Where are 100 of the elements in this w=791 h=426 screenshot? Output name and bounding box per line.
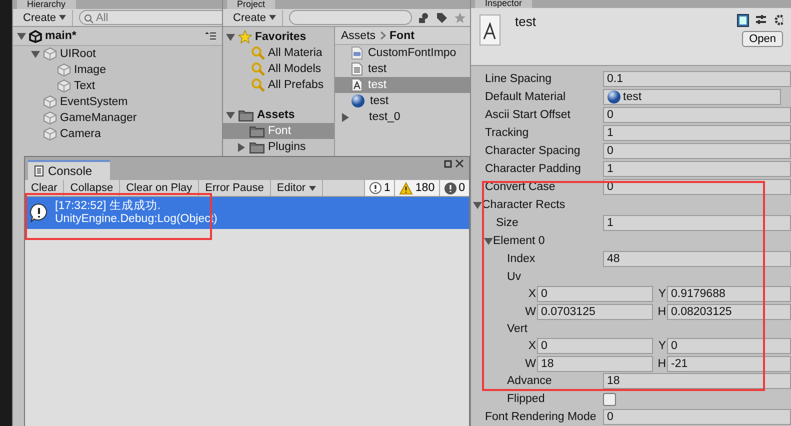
folder-icon: [249, 124, 265, 138]
maximize-icon[interactable]: [444, 160, 452, 168]
caret-icon: [59, 15, 66, 20]
foldout-arrow-icon[interactable]: [226, 32, 235, 42]
property-label: Line Spacing: [484, 73, 552, 85]
info-icon: [29, 203, 49, 223]
foldout-arrow-icon[interactable]: [226, 110, 235, 120]
value-field[interactable]: 0.08203125: [667, 304, 791, 320]
asset-item[interactable]: test: [335, 61, 470, 77]
project-tab[interactable]: Project: [227, 0, 276, 9]
property-label: Vert: [506, 323, 528, 335]
foldout-arrow-icon[interactable]: [31, 50, 40, 58]
value-field[interactable]: 0: [667, 338, 791, 354]
search-icon: [251, 62, 265, 76]
hierarchy-item[interactable]: UIRoot: [60, 48, 96, 60]
value-field[interactable]: 1: [603, 125, 791, 141]
value-field[interactable]: 48: [603, 251, 791, 267]
value-field[interactable]: -21: [667, 356, 791, 372]
property-label: Ascii Start Offset: [484, 109, 572, 121]
cube-icon: [43, 47, 57, 61]
foldout-arrow-icon[interactable]: [473, 200, 482, 210]
folder-icon: [238, 108, 254, 122]
property-label: Flipped: [506, 393, 546, 405]
value-field[interactable]: 0.9179688: [667, 286, 791, 302]
value-field[interactable]: 0: [537, 338, 653, 354]
property-label: Font Rendering Mode: [484, 411, 598, 423]
menu-icon[interactable]: [205, 32, 216, 40]
value-field[interactable]: 0: [603, 409, 791, 425]
asset-item[interactable]: test: [335, 93, 470, 109]
settings-icon[interactable]: [773, 14, 783, 26]
foldout-arrow-icon[interactable]: [484, 236, 493, 246]
hierarchy-item[interactable]: EventSystem: [60, 96, 128, 108]
assets-folder[interactable]: Assets: [257, 109, 295, 121]
favorite-item[interactable]: All Materia: [268, 47, 322, 59]
search-icon: [84, 14, 94, 24]
counter-toggle[interactable]: 180: [394, 180, 439, 196]
asset-item[interactable]: CustomFontImpo: [335, 45, 470, 61]
value-field[interactable]: 0.1: [603, 71, 791, 87]
shapes-icon[interactable]: [418, 12, 430, 24]
favorite-item[interactable]: All Prefabs: [268, 79, 324, 91]
axis-label: X: [527, 340, 537, 352]
script-file-icon: [351, 46, 363, 60]
property-label: Uv: [506, 271, 522, 283]
star-icon[interactable]: [454, 12, 466, 24]
value-field[interactable]: 0.0703125: [537, 304, 653, 320]
axis-label: X: [527, 288, 537, 300]
log-line: [17:32:52] 生成成功.: [55, 200, 162, 213]
foldout-label[interactable]: Element 0: [493, 235, 545, 247]
search-field[interactable]: [289, 10, 412, 25]
value-field[interactable]: 18: [537, 356, 653, 372]
scene-name[interactable]: main*: [45, 30, 76, 42]
open-button[interactable]: Open: [742, 31, 783, 48]
expand-arrow-icon[interactable]: [237, 142, 246, 152]
hierarchy-tab[interactable]: Hierarchy: [17, 0, 76, 9]
breadcrumb-item[interactable]: Assets: [341, 30, 376, 42]
asset-item[interactable]: test_0: [335, 109, 470, 125]
value-field[interactable]: 18: [603, 373, 791, 389]
unity-logo-icon: [29, 30, 42, 42]
font-file-icon: [479, 14, 501, 46]
property-label: Character Padding: [484, 163, 582, 175]
error-icon: [444, 182, 457, 194]
favorite-item[interactable]: All Models: [268, 63, 322, 75]
star-icon: [238, 30, 252, 44]
search-field[interactable]: All: [79, 10, 222, 25]
search-icon: [251, 46, 265, 60]
close-icon[interactable]: [455, 159, 464, 168]
property-label: Advance: [506, 375, 553, 387]
expand-arrow-icon[interactable]: [341, 112, 350, 122]
counter-toggle[interactable]: 0: [438, 180, 469, 196]
property-label: Size: [495, 217, 520, 229]
hierarchy-item[interactable]: Text: [74, 80, 96, 92]
folder-item[interactable]: Plugins: [223, 139, 334, 155]
document-icon: [34, 165, 44, 177]
axis-label: H: [656, 306, 667, 318]
favorites-header[interactable]: Favorites: [255, 31, 306, 43]
cube-icon: [57, 63, 71, 77]
cube-icon: [43, 127, 57, 141]
value-field[interactable]: 0: [537, 286, 653, 302]
inspector-tab[interactable]: Inspector: [475, 0, 532, 8]
value-field[interactable]: 0: [603, 107, 791, 123]
asset-title: test: [515, 14, 536, 32]
hierarchy-item[interactable]: Camera: [60, 128, 101, 140]
property-label: Tracking: [484, 127, 530, 139]
value-field[interactable]: 1: [603, 161, 791, 177]
hierarchy-item[interactable]: GameManager: [60, 112, 137, 124]
value-field[interactable]: 0: [603, 143, 791, 159]
folder-icon: [249, 140, 265, 154]
foldout-arrow-icon[interactable]: [17, 32, 26, 40]
hierarchy-item[interactable]: Image: [74, 64, 106, 76]
object-field[interactable]: test: [603, 89, 781, 105]
breadcrumb-item[interactable]: Font: [390, 30, 414, 42]
preset-icon[interactable]: [755, 14, 767, 26]
checkbox[interactable]: [603, 392, 616, 406]
axis-label: Y: [657, 288, 667, 300]
counter-toggle[interactable]: 1: [364, 180, 394, 196]
axis-label: H: [656, 358, 667, 370]
console-tab[interactable]: Console: [28, 160, 110, 180]
value-field[interactable]: 1: [603, 215, 791, 231]
property-label: Character Spacing: [484, 145, 582, 157]
tag-icon[interactable]: [436, 12, 448, 24]
